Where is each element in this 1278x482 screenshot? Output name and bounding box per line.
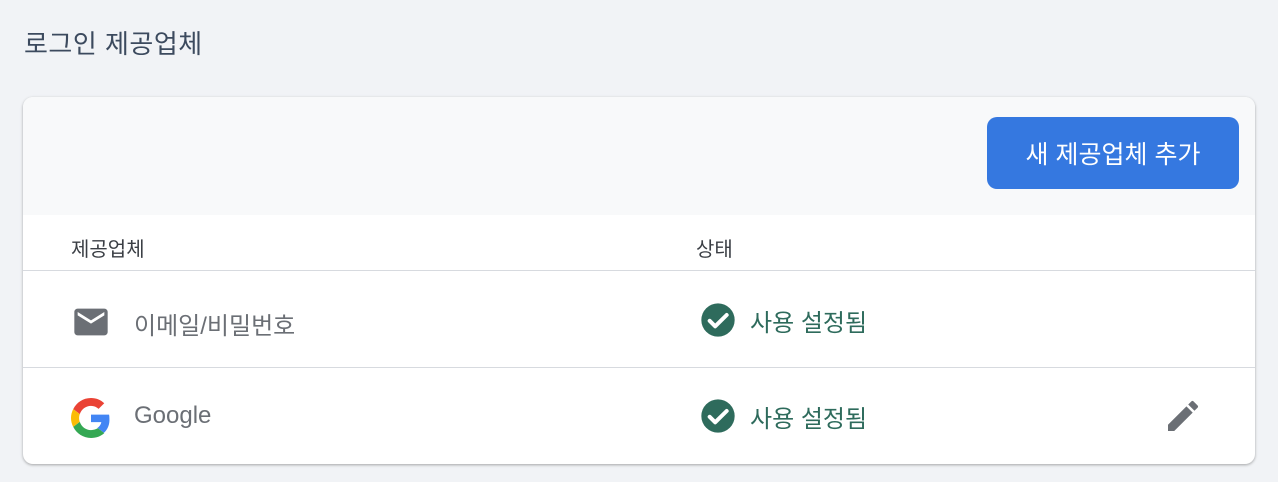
card-toolbar: 새 제공업체 추가 — [23, 97, 1255, 215]
status-text: 사용 설정됨 — [750, 309, 868, 337]
email-icon — [71, 302, 111, 342]
google-icon — [71, 398, 111, 438]
status-cell: 사용 설정됨 — [698, 300, 867, 340]
provider-name: 이메일/비밀번호 — [134, 313, 296, 340]
status-text: 사용 설정됨 — [750, 405, 868, 433]
column-header-status: 상태 — [696, 239, 733, 261]
page-title: 로그인 제공업체 — [24, 29, 203, 59]
add-provider-button[interactable]: 새 제공업체 추가 — [987, 117, 1239, 189]
providers-card: 새 제공업체 추가 제공업체 상태 이메일/비밀번호 사용 설정됨 Google… — [23, 97, 1255, 464]
check-circle-icon — [698, 396, 738, 436]
table-header: 제공업체 상태 — [23, 215, 1255, 271]
provider-name: Google — [134, 402, 212, 429]
column-header-provider: 제공업체 — [71, 239, 145, 261]
edit-icon[interactable] — [1163, 396, 1203, 436]
status-cell: 사용 설정됨 — [698, 396, 867, 436]
check-circle-icon — [698, 300, 738, 340]
table-row[interactable]: Google 사용 설정됨 — [23, 368, 1255, 464]
table-row[interactable]: 이메일/비밀번호 사용 설정됨 — [23, 272, 1255, 368]
